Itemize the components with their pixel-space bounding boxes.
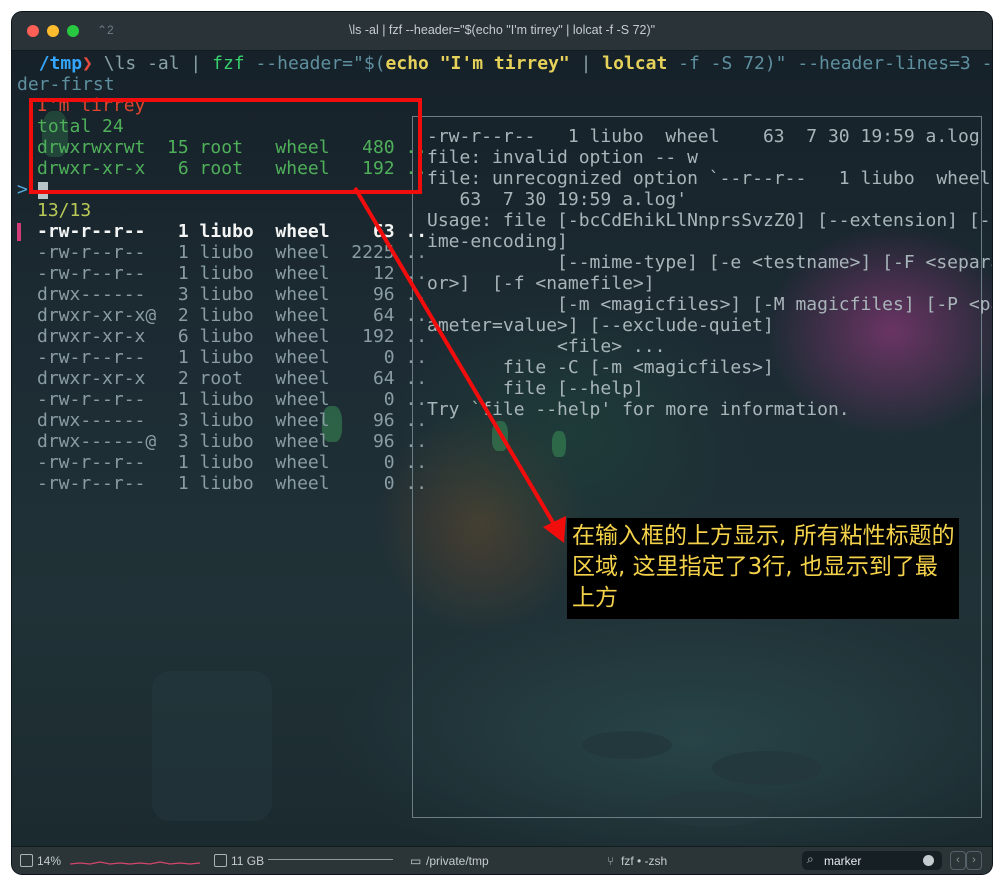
terminal-content[interactable]: /tmp❯ \ls -al | fzf --header="$(echo "I'…	[12, 51, 992, 846]
find-input[interactable]	[824, 852, 919, 869]
window-title: \ls -al | fzf --header="$(echo "I'm tirr…	[348, 23, 656, 37]
branch-icon: ⑂	[607, 854, 615, 868]
find-previous-button[interactable]: ‹	[950, 851, 966, 870]
title-bar: ⌃2 \ls -al | fzf --header="$(echo "I'm t…	[12, 12, 992, 51]
cpu-sparkline	[70, 861, 200, 865]
job-name[interactable]: fzf • -zsh	[621, 854, 667, 868]
cpu-icon	[20, 854, 33, 867]
clear-search-icon[interactable]	[923, 855, 934, 866]
current-path[interactable]: /private/tmp	[426, 854, 489, 868]
search-icon: ⌕	[807, 852, 814, 866]
annotation-callout: 在输入框的上方显示, 所有粘性标题的区域, 这里指定了3行, 也显示到了最上方	[567, 518, 959, 619]
find-box: ⌕	[802, 851, 942, 870]
memory-bar	[268, 859, 393, 860]
terminal-window: ⌃2 \ls -al | fzf --header="$(echo "I'm t…	[12, 12, 992, 874]
annotation-arrow	[353, 186, 566, 543]
cpu-usage: 14%	[37, 854, 62, 868]
annotation-text: 在输入框的上方显示, 所有粘性标题的区域, 这里指定了3行, 也显示到了最上方	[572, 523, 955, 611]
folder-icon: ▭	[410, 854, 422, 868]
status-bar: 14% 11 GB ▭ /private/tmp ⑂ fzf • -zsh ⌕ …	[12, 846, 992, 874]
find-next-button[interactable]: ›	[966, 851, 982, 870]
memory-icon	[214, 854, 227, 867]
memory-usage: 11 GB	[231, 854, 265, 868]
